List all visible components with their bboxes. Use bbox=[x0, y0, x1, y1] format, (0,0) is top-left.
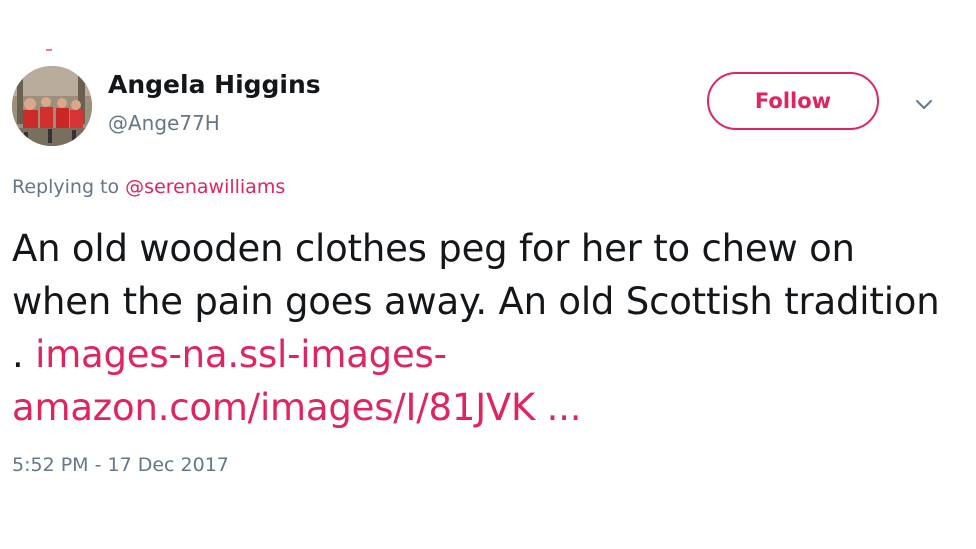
replying-to: Replying to @serenawilliams bbox=[12, 176, 285, 198]
follow-button[interactable]: Follow bbox=[707, 72, 879, 130]
avatar[interactable] bbox=[12, 66, 92, 146]
tweet-card: Angela Higgins @Ange77H Follow Replying … bbox=[0, 0, 976, 549]
user-handle[interactable]: @Ange77H bbox=[108, 111, 220, 135]
tweet-timestamp[interactable]: 5:52 PM - 17 Dec 2017 bbox=[12, 454, 229, 476]
chevron-down-icon[interactable] bbox=[913, 93, 935, 115]
tweet-text: An old wooden clothes peg for her to che… bbox=[12, 222, 962, 434]
display-name[interactable]: Angela Higgins bbox=[108, 70, 321, 99]
replying-to-label: Replying to bbox=[12, 176, 120, 198]
decorative-dot bbox=[46, 49, 52, 51]
tweet-link[interactable]: images-na.ssl-images-amazon.com/images/I… bbox=[12, 333, 582, 429]
reply-mention-link[interactable]: @serenawilliams bbox=[125, 176, 285, 198]
